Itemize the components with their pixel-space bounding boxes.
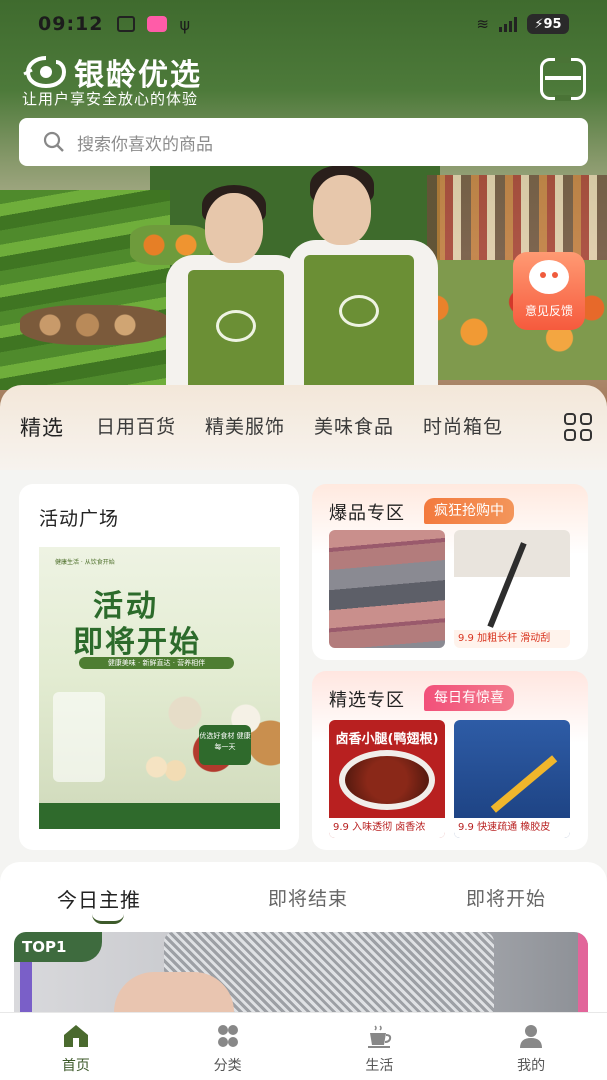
nav-home[interactable]: 首页 — [0, 1013, 152, 1080]
duck-title: 卤香小腿(鸭翅根) — [335, 732, 439, 747]
activity-title: 活动广场 — [39, 508, 120, 530]
hot-zone-tag: 疯狂抢购中 — [424, 498, 514, 524]
activity-card[interactable]: 活动广场 健康生活 · 从饮食开始 活动 即将开始 健康美味 · 新鲜直达 · … — [19, 484, 299, 850]
pick-zone-title: 精选专区 — [329, 690, 405, 711]
drain-caption: 9.9 快速疏通 橡胶皮 — [454, 818, 570, 838]
hot-zone-card[interactable]: 爆品专区 疯狂抢购中 9.9 加粗长杆 滑动刮 — [312, 484, 588, 660]
rank-badge: TOP1 — [14, 932, 102, 962]
poster-title-line2: 即将开始 — [73, 625, 201, 660]
profile-icon — [520, 1025, 543, 1048]
battery-level: 95 — [543, 16, 562, 32]
poster-heading: 健康生活 · 从饮食开始 — [55, 559, 115, 566]
staff-man — [282, 165, 442, 395]
poster-footer — [39, 803, 280, 829]
pick-zone-tag: 每日有惊喜 — [424, 685, 514, 711]
battery-indicator: ⚡ 95 — [527, 14, 569, 34]
product-thumb-towels[interactable] — [329, 530, 445, 648]
app-notification-icon — [147, 16, 168, 32]
status-bar: 09:12 ψ ≋ ⚡ 95 — [0, 0, 607, 48]
category-icon — [217, 1025, 238, 1047]
product-thumb-mop[interactable]: 9.9 加粗长杆 滑动刮 — [454, 530, 570, 648]
tab-today[interactable]: 今日主推 — [57, 884, 141, 913]
feedback-label: 意见反馈 — [524, 304, 573, 318]
product-thumb-drain-tool[interactable]: 9.9 快速疏通 橡胶皮 — [454, 720, 570, 838]
activity-poster[interactable]: 健康生活 · 从饮食开始 活动 即将开始 健康美味 · 新鲜直达 · 营养相伴 … — [39, 547, 280, 829]
home-icon — [63, 1025, 88, 1047]
search-icon — [43, 131, 64, 152]
hot-zone-title: 爆品专区 — [329, 503, 405, 524]
tab-indicator — [92, 914, 124, 924]
brand-logo-icon — [22, 54, 70, 90]
poster-food-image — [109, 677, 280, 797]
poster-feature-list — [53, 692, 105, 782]
search-bar[interactable]: 搜索你喜欢的商品 — [19, 118, 588, 166]
nav-home-label: 首页 — [61, 1058, 90, 1074]
all-categories-icon[interactable] — [564, 413, 594, 441]
tab-featured[interactable]: 精选 — [20, 412, 64, 442]
feedback-button[interactable]: 意见反馈 — [513, 252, 585, 330]
status-time: 09:12 — [38, 13, 104, 35]
nav-profile[interactable]: 我的 — [455, 1013, 607, 1080]
screenshot-icon — [117, 16, 136, 32]
smiley-icon — [529, 260, 569, 294]
tab-ending-soon[interactable]: 即将结束 — [268, 884, 348, 911]
product-thumb-duck[interactable]: 卤香小腿(鸭翅根) 9.9 入味透彻 卤香浓 — [329, 720, 445, 838]
app-screen: 09:12 ψ ≋ ⚡ 95 银龄优选 让用户享安全放心的体验 搜索你喜欢的商品… — [0, 0, 607, 1080]
category-tabs: 精选 日用百货 精美服饰 美味食品 时尚箱包 — [20, 412, 503, 442]
tab-bags[interactable]: 时尚箱包 — [423, 412, 503, 442]
nav-life-label: 生活 — [365, 1058, 394, 1074]
scan-button[interactable] — [540, 57, 586, 101]
poster-badge: 优选好食材 健康每一天 — [199, 725, 251, 765]
pick-zone-card[interactable]: 精选专区 每日有惊喜 卤香小腿(鸭翅根) 9.9 入味透彻 卤香浓 9.9 快速… — [312, 671, 588, 850]
wifi-icon: ≋ — [476, 15, 489, 33]
nav-category[interactable]: 分类 — [152, 1013, 304, 1080]
usb-icon: ψ — [179, 14, 191, 34]
search-input[interactable]: 搜索你喜欢的商品 — [77, 130, 213, 155]
tab-clothing[interactable]: 精美服饰 — [205, 412, 285, 442]
recommend-section: 今日主推 即将结束 即将开始 TOP1 — [0, 862, 607, 1022]
nav-profile-label: 我的 — [517, 1058, 546, 1074]
nav-life[interactable]: 生活 — [304, 1013, 456, 1080]
signal-icon — [499, 16, 517, 32]
tab-daily-goods[interactable]: 日用百货 — [96, 412, 176, 442]
nav-category-label: 分类 — [213, 1058, 242, 1074]
tab-starting-soon[interactable]: 即将开始 — [466, 884, 546, 911]
mop-caption: 9.9 加粗长杆 滑动刮 — [454, 630, 570, 648]
brand-tagline: 让用户享安全放心的体验 — [22, 90, 199, 108]
bottom-nav: 首页 分类 生活 我的 — [0, 1012, 607, 1080]
coffee-icon — [368, 1025, 392, 1048]
tab-food[interactable]: 美味食品 — [314, 412, 394, 442]
duck-caption: 9.9 入味透彻 卤香浓 — [329, 818, 445, 838]
poster-ribbon: 健康美味 · 新鲜直达 · 营养相伴 — [79, 657, 234, 669]
